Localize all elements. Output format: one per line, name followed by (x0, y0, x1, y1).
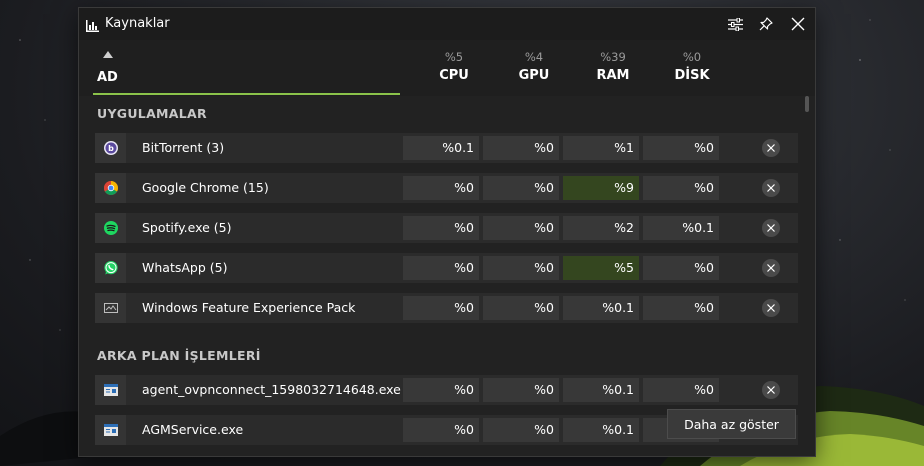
chrome-icon (95, 173, 126, 203)
close-icon (791, 17, 805, 31)
gpu-value: %0 (483, 378, 559, 402)
bittorrent-icon: b (95, 133, 126, 163)
end-process-button[interactable] (762, 299, 780, 317)
gpu-total: %4 (524, 50, 544, 64)
gpu-value: %0 (483, 216, 559, 240)
ram-value: %2 (563, 216, 639, 240)
spotify-icon (95, 213, 126, 243)
sliders-icon (727, 17, 743, 31)
title-bar: Kaynaklar (79, 8, 815, 40)
bar-chart-icon (86, 17, 99, 36)
process-name: AGMService.exe (142, 422, 244, 437)
close-icon (767, 386, 775, 394)
process-name: agent_ovpnconnect_1598032714648.exe (142, 382, 401, 397)
cpu-label: CPU (439, 68, 469, 83)
end-process-button[interactable] (762, 139, 780, 157)
ram-label: RAM (596, 68, 630, 83)
process-name: BitTorrent (3) (142, 140, 225, 155)
disk-value: %0 (643, 378, 719, 402)
cpu-total: %5 (444, 50, 464, 64)
process-name: Google Chrome (15) (142, 180, 269, 195)
cpu-value: %0 (403, 216, 479, 240)
column-disk[interactable]: %0 DİSK (652, 50, 732, 83)
gpu-value: %0 (483, 256, 559, 280)
pin-icon (759, 17, 773, 31)
app-window-icon (95, 415, 126, 445)
disk-value: %0 (643, 256, 719, 280)
cpu-value: %0 (403, 418, 479, 442)
active-column-underline (93, 93, 400, 95)
section-background-title: ARKA PLAN İŞLEMLERİ (97, 348, 261, 363)
settings-button[interactable] (723, 13, 747, 35)
resources-window: Kaynaklar AD %5 CPU %4 GPU %39 RAM %0 Dİ… (79, 8, 815, 456)
ram-value: %1 (563, 136, 639, 160)
column-ram[interactable]: %39 RAM (573, 50, 653, 83)
feature-pack-icon (95, 293, 126, 323)
app-window-icon (95, 375, 126, 405)
close-icon (767, 144, 775, 152)
gpu-value: %0 (483, 296, 559, 320)
ram-value: %0.1 (563, 378, 639, 402)
column-gpu[interactable]: %4 GPU (494, 50, 574, 83)
ram-value: %0.1 (563, 296, 639, 320)
column-cpu[interactable]: %5 CPU (414, 50, 494, 83)
sort-ascending-icon[interactable] (103, 51, 113, 58)
cpu-value: %0 (403, 176, 479, 200)
end-process-button[interactable] (762, 219, 780, 237)
cpu-value: %0 (403, 256, 479, 280)
column-header: AD %5 CPU %4 GPU %39 RAM %0 DİSK (79, 40, 815, 96)
cpu-value: %0.1 (403, 136, 479, 160)
whatsapp-icon (95, 253, 126, 283)
section-apps-title: UYGULAMALAR (97, 106, 207, 121)
gpu-label: GPU (518, 68, 550, 83)
process-name: Windows Feature Experience Pack (142, 300, 356, 315)
cpu-value: %0 (403, 378, 479, 402)
ram-value: %5 (563, 256, 639, 280)
pin-button[interactable] (754, 13, 778, 35)
table-row[interactable]: Google Chrome (15) %0 %0 %9 %0 (95, 173, 798, 203)
ram-value: %0.1 (563, 418, 639, 442)
close-icon (767, 224, 775, 232)
ram-total: %39 (600, 50, 626, 64)
ram-value: %9 (563, 176, 639, 200)
table-row[interactable]: b BitTorrent (3) %0.1 %0 %1 %0 (95, 133, 798, 163)
cpu-value: %0 (403, 296, 479, 320)
end-process-button[interactable] (762, 381, 780, 399)
scrollbar-thumb[interactable] (805, 96, 809, 112)
column-name[interactable]: AD (97, 70, 118, 85)
window-title: Kaynaklar (105, 16, 170, 31)
gpu-value: %0 (483, 136, 559, 160)
disk-value: %0 (643, 176, 719, 200)
disk-value: %0.1 (643, 216, 719, 240)
gpu-value: %0 (483, 418, 559, 442)
table-row[interactable]: WhatsApp (5) %0 %0 %5 %0 (95, 253, 798, 283)
process-name: Spotify.exe (5) (142, 220, 232, 235)
disk-total: %0 (682, 50, 702, 64)
gpu-value: %0 (483, 176, 559, 200)
disk-label: DİSK (674, 68, 710, 83)
process-name: WhatsApp (5) (142, 260, 228, 275)
close-icon (767, 184, 775, 192)
disk-value: %0 (643, 296, 719, 320)
close-window-button[interactable] (786, 13, 810, 35)
table-row[interactable]: agent_ovpnconnect_1598032714648.exe %0 %… (95, 375, 798, 405)
disk-value: %0 (643, 136, 719, 160)
table-row[interactable]: Spotify.exe (5) %0 %0 %2 %0.1 (95, 213, 798, 243)
close-icon (767, 264, 775, 272)
table-row[interactable]: Windows Feature Experience Pack %0 %0 %0… (95, 293, 798, 323)
close-icon (767, 304, 775, 312)
end-process-button[interactable] (762, 259, 780, 277)
end-process-button[interactable] (762, 179, 780, 197)
show-less-tooltip[interactable]: Daha az göster (667, 409, 796, 439)
svg-text:b: b (108, 144, 114, 153)
